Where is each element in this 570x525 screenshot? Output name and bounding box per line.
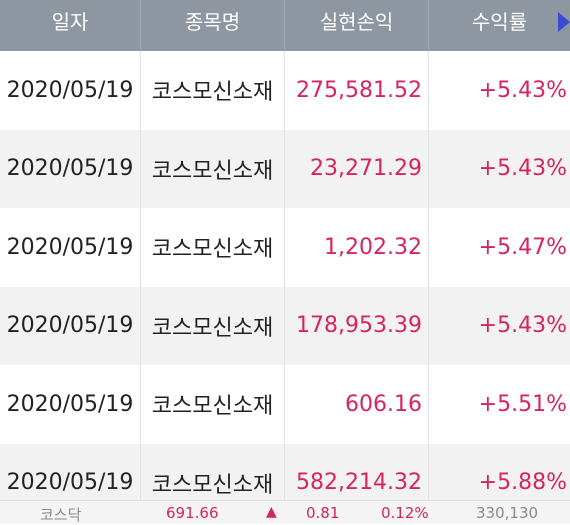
row-realized-profit: 178,953.39 [285, 286, 429, 365]
row-stock-name: 코스모신소재 [141, 365, 285, 444]
market-ticker-bar[interactable]: 코스닥 691.66 ▲ 0.81 0.12% 330,130 [0, 500, 570, 524]
table-row[interactable]: 2020/05/19 코스모신소재 606.16 +5.51% [0, 365, 570, 444]
column-header-date[interactable]: 일자 [0, 0, 141, 51]
ticker-change-rate: 0.12% [381, 504, 429, 522]
row-stock-name: 코스모신소재 [141, 208, 285, 287]
row-return-rate: +5.51% [478, 391, 567, 417]
row-realized-profit: 23,271.29 [285, 129, 429, 208]
table-row[interactable]: 2020/05/19 코스모신소재 178,953.39 +5.43% [0, 286, 570, 365]
table-row[interactable]: 2020/05/19 코스모신소재 275,581.52 +5.43% [0, 51, 570, 130]
row-stock-name: 코스모신소재 [141, 129, 285, 208]
row-date: 2020/05/19 [0, 129, 141, 208]
row-date: 2020/05/19 [0, 365, 141, 444]
row-date: 2020/05/19 [0, 51, 141, 130]
row-return-rate: +5.47% [478, 234, 567, 260]
column-header-return-rate-label: 수익률 [471, 10, 528, 34]
table-row[interactable]: 2020/05/19 코스모신소재 23,271.29 +5.43% [0, 129, 570, 208]
ticker-volume: 330,130 [476, 504, 539, 522]
row-date: 2020/05/19 [0, 286, 141, 365]
scroll-right-arrow-icon[interactable] [558, 12, 570, 32]
table-row[interactable]: 2020/05/19 코스모신소재 1,202.32 +5.47% [0, 208, 570, 287]
ticker-index-value: 691.66 [166, 504, 219, 522]
column-header-realized-profit[interactable]: 실현손익 [285, 0, 429, 51]
row-stock-name: 코스모신소재 [141, 51, 285, 130]
ticker-change: 0.81 [306, 504, 340, 522]
row-stock-name: 코스모신소재 [141, 286, 285, 365]
row-return-rate: +5.43% [478, 313, 567, 339]
row-return-rate: +5.43% [478, 156, 567, 182]
row-date: 2020/05/19 [0, 208, 141, 287]
row-realized-profit: 1,202.32 [285, 208, 429, 287]
row-return-rate: +5.43% [478, 77, 567, 103]
column-header-return-rate[interactable]: 수익률 [429, 0, 570, 51]
ticker-index-label: 코스닥 [40, 506, 82, 524]
row-realized-profit: 275,581.52 [285, 51, 429, 130]
up-triangle-icon: ▲ [266, 504, 277, 520]
row-realized-profit: 606.16 [285, 365, 429, 444]
trade-list: 2020/05/19 코스모신소재 275,581.52 +5.43% 2020… [0, 51, 570, 522]
column-header-stock-name[interactable]: 종목명 [141, 0, 285, 51]
table-header: 일자 종목명 실현손익 수익률 [0, 0, 570, 51]
